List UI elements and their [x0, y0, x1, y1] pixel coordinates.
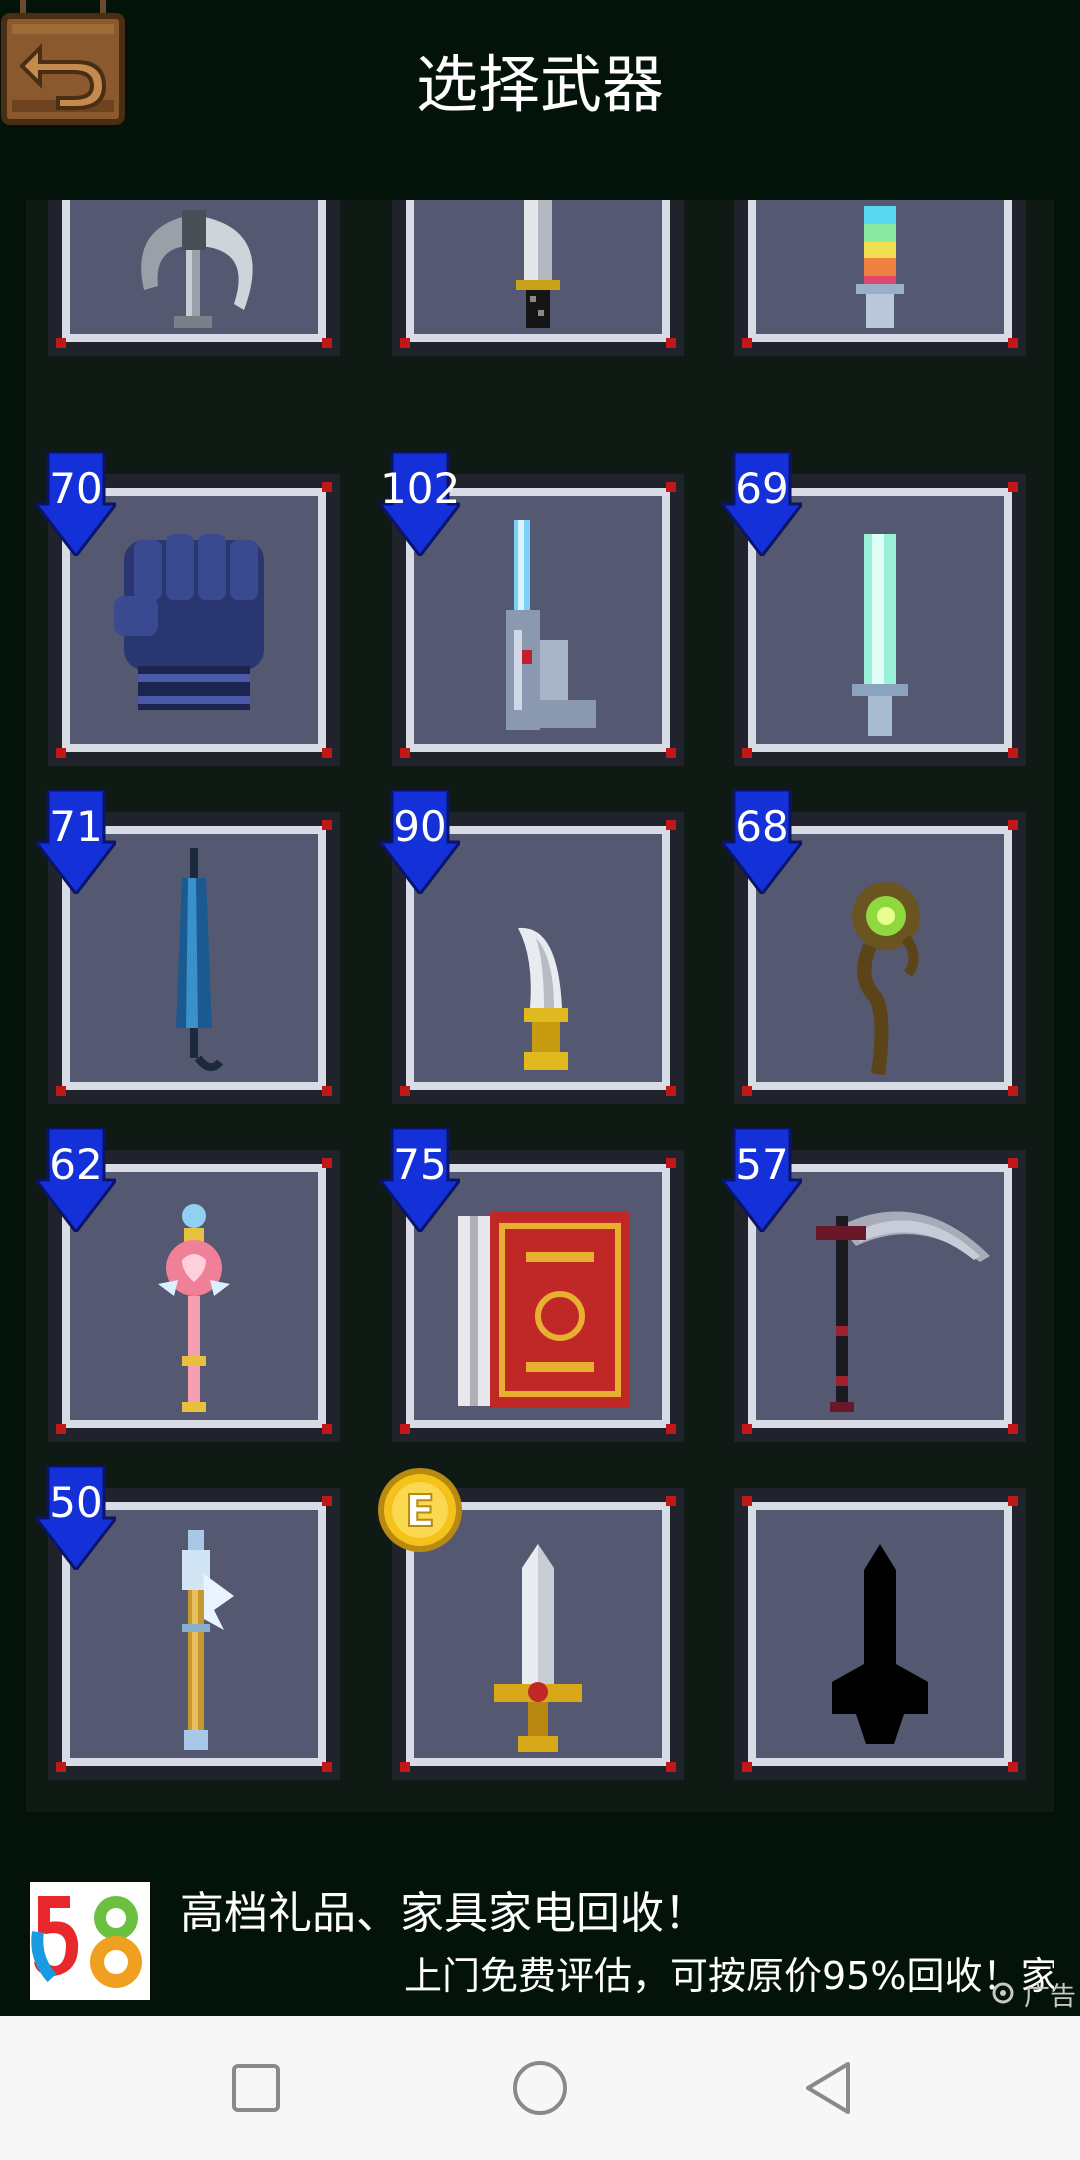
upgrade-badge: 71 — [36, 790, 116, 894]
upgrade-badge: 102 — [380, 452, 460, 556]
weapon-slot-battle-axe[interactable] — [48, 200, 340, 356]
triangle-back-icon — [806, 2062, 850, 2114]
currency-coin: E — [376, 1466, 464, 1554]
upgrade-badge: 50 — [36, 1466, 116, 1570]
weapon-slot-curved-dagger[interactable]: 90 — [380, 790, 684, 1104]
battle-axe-icon — [141, 210, 253, 328]
ad-logo-58-icon — [31, 1896, 142, 1988]
weapon-slot-golden-sword[interactable]: E — [378, 1468, 684, 1780]
weapon-slot-rainbow-crystal-sword[interactable] — [734, 200, 1026, 356]
weapon-slot-laser-gun[interactable]: 102 — [380, 452, 684, 766]
ad-mark-text: 广告 — [1023, 1981, 1076, 2012]
weapon-slot-blue-umbrella[interactable]: 71 — [36, 790, 340, 1104]
coin-letter: E — [405, 1486, 435, 1537]
coin-icon: E — [378, 1468, 462, 1552]
locked-silhouette-weapon-icon — [832, 1544, 928, 1744]
ad-title: 高档礼品、家具家电回收！ — [180, 1888, 708, 1939]
weapon-slot-red-spell-book[interactable]: 75 — [380, 1128, 684, 1442]
back-nav-button[interactable] — [790, 2048, 870, 2128]
circle-icon — [513, 2061, 567, 2115]
long-sword-icon — [516, 200, 560, 328]
upgrade-badge: 75 — [380, 1128, 460, 1232]
upgrade-badge: 69 — [722, 452, 802, 556]
weapon-grid: 70 102 69 71 90 68 62 75 57 50 E — [26, 200, 1054, 1812]
upgrade-badge: 62 — [36, 1128, 116, 1232]
ad-subtitle: 上门免费评估，可按原价95%回收！家 — [404, 1954, 1054, 1998]
weapon-slot-nature-staff[interactable]: 68 — [722, 790, 1026, 1104]
ad-logo — [30, 1882, 150, 2000]
weapon-slot-locked-silhouette-weapon[interactable] — [734, 1488, 1026, 1780]
system-nav-bar — [0, 2016, 1080, 2160]
square-icon — [232, 2064, 280, 2112]
ad-banner[interactable]: 高档礼品、家具家电回收！ 上门免费评估，可按原价95%回收！家 广告 — [0, 1866, 1080, 2016]
weapon-slot-gauntlet-fist[interactable]: 70 — [36, 452, 340, 766]
rainbow-crystal-sword-icon — [856, 206, 904, 328]
weapon-slot-ice-crystal-sword[interactable]: 69 — [722, 452, 1026, 766]
weapon-slot-dark-scythe[interactable]: 57 — [722, 1128, 1026, 1442]
upgrade-badge: 57 — [722, 1128, 802, 1232]
weapon-slot-long-sword[interactable] — [392, 200, 684, 356]
home-button[interactable] — [500, 2048, 580, 2128]
upgrade-badge: 90 — [380, 790, 460, 894]
upgrade-badge: 68 — [722, 790, 802, 894]
weapon-select-screen: 选择武器 70 102 69 71 90 68 62 75 57 50 E 高档… — [0, 0, 1080, 2160]
recent-apps-button[interactable] — [216, 2048, 296, 2128]
page-title: 选择武器 — [415, 48, 664, 121]
weapon-slot-pink-magic-wand[interactable]: 62 — [36, 1128, 340, 1442]
ad-info-icon — [990, 1980, 1016, 2013]
weapon-slot-frost-spear[interactable]: 50 — [36, 1466, 340, 1780]
ad-label: 广告 — [990, 1980, 1076, 2013]
upgrade-badge: 70 — [36, 452, 116, 556]
